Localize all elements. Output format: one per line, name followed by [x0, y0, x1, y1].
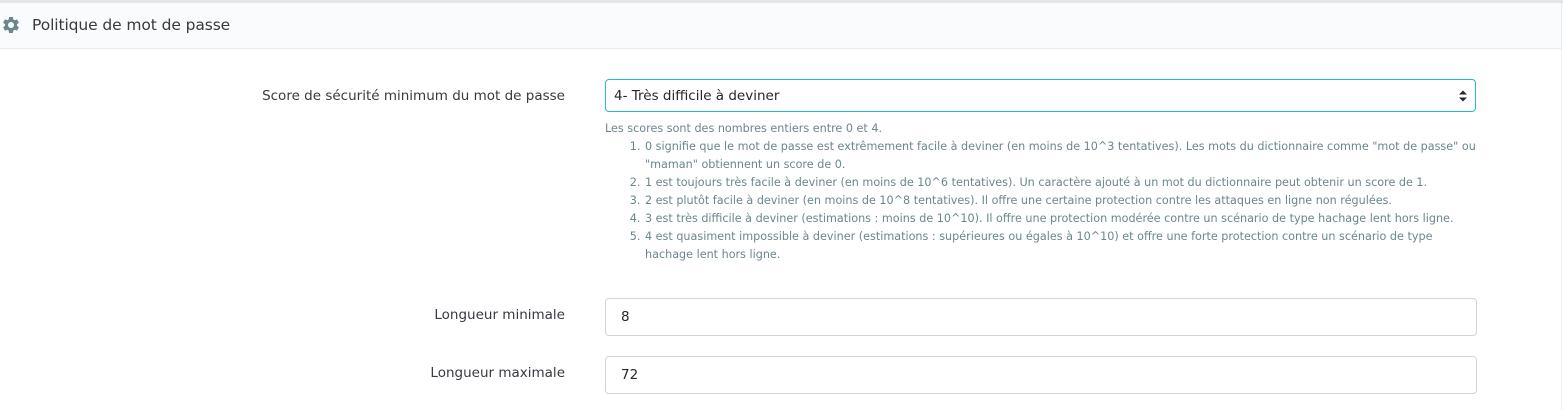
sort-caret-icon [1459, 90, 1467, 102]
score-help-text: Les scores sont des nombres entiers entr… [605, 120, 1480, 264]
min-length-input[interactable]: 8 [605, 298, 1477, 336]
min-length-label: Longueur minimale [434, 307, 565, 323]
help-intro: Les scores sont des nombres entiers entr… [605, 122, 883, 135]
panel-title: Politique de mot de passe [32, 16, 231, 34]
score-label: Score de sécurité minimum du mot de pass… [262, 88, 565, 104]
list-item: 1 est toujours très facile à deviner (en… [644, 174, 1480, 192]
gear-icon [3, 16, 19, 33]
list-item: 2 est plutôt facile à deviner (en moins … [644, 192, 1480, 210]
score-help-list: 0 signifie que le mot de passe est extrê… [605, 138, 1480, 264]
panel-border [1561, 48, 1562, 410]
list-item: 3 est très difficile à deviner (estimati… [644, 210, 1480, 228]
max-length-input[interactable]: 72 [605, 356, 1477, 394]
panel-header: Politique de mot de passe [0, 3, 1562, 49]
score-select-value: 4- Très difficile à deviner [614, 88, 780, 104]
score-select[interactable]: 4- Très difficile à deviner [605, 79, 1476, 112]
max-length-label: Longueur maximale [430, 365, 565, 381]
list-item: 4 est quasiment impossible à deviner (es… [644, 228, 1480, 264]
list-item: 0 signifie que le mot de passe est extrê… [644, 138, 1480, 174]
